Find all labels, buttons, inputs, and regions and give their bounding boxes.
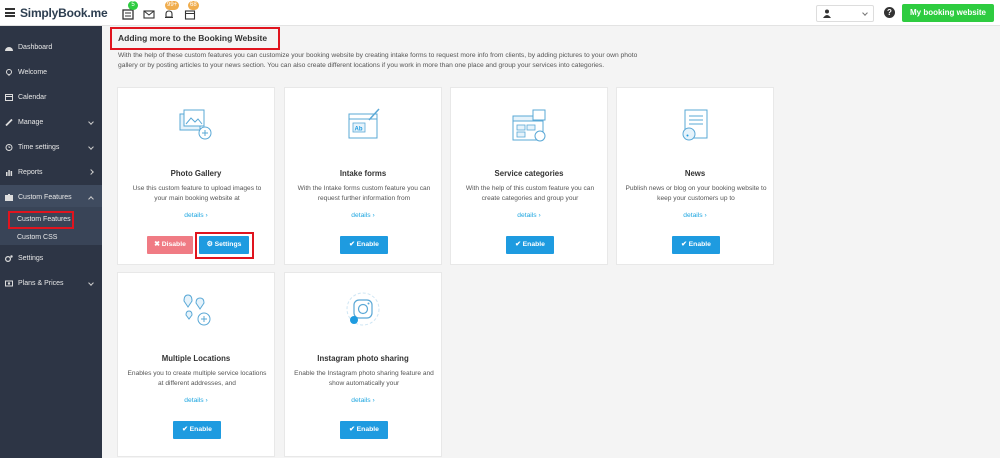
card-title: Instagram photo sharing	[317, 354, 409, 363]
card-service-categories: Service categories With the help of this…	[450, 87, 608, 265]
bar-chart-icon	[6, 170, 13, 176]
page-description: With the help of these custom features y…	[118, 52, 638, 69]
help-icon[interactable]: ?	[884, 7, 895, 18]
dashboard-icon	[5, 47, 13, 51]
details-link[interactable]: details ›	[118, 212, 274, 219]
card-description: Enable the Instagram photo sharing featu…	[294, 370, 434, 387]
clock-icon	[5, 144, 13, 151]
card-news: News Publish news or blog on your bookin…	[616, 87, 774, 265]
details-link[interactable]: details ›	[617, 212, 773, 219]
bell-badge: 99+	[165, 1, 180, 10]
sidebar: Dashboard Welcome Calendar Manage Time s…	[0, 26, 102, 458]
chevron-down-icon	[88, 119, 94, 125]
pencil-icon	[5, 119, 13, 126]
menu-icon[interactable]	[5, 8, 15, 17]
my-booking-website-button[interactable]: My booking website	[902, 4, 994, 22]
details-link[interactable]: details ›	[285, 397, 441, 404]
chevron-right-icon	[88, 169, 94, 175]
submenu-custom-css[interactable]: Custom CSS	[17, 234, 57, 241]
sidebar-item-dashboard[interactable]: Dashboard	[0, 35, 102, 60]
user-dropdown[interactable]	[816, 5, 874, 22]
card-description: With the Intake forms custom feature you…	[297, 185, 431, 202]
chevron-down-icon	[88, 280, 94, 286]
tasks-icon[interactable]: 5	[122, 1, 138, 20]
settings-highlight-box	[195, 232, 254, 259]
sidebar-item-manage[interactable]: Manage	[0, 110, 102, 135]
card-instagram-photo-sharing: Instagram photo sharing Enable the Insta…	[284, 272, 442, 457]
instagram-icon	[346, 292, 380, 326]
tasks-badge: 5	[128, 1, 138, 10]
card-title: Service categories	[494, 169, 564, 178]
card-title: Intake forms	[339, 169, 387, 178]
card-description: Use this custom feature to upload images…	[132, 185, 262, 202]
user-icon	[823, 9, 831, 18]
bulb-icon	[6, 69, 12, 76]
enable-button[interactable]: ✔ Enable	[340, 236, 388, 254]
card-description: Publish news or blog on your booking web…	[625, 185, 767, 202]
details-link[interactable]: details ›	[285, 212, 441, 219]
sidebar-item-calendar[interactable]: Calendar	[0, 85, 102, 110]
calendar-top-icon[interactable]: 68	[184, 1, 199, 20]
enable-button[interactable]: ✔ Enable	[672, 236, 720, 254]
card-description: Enables you to create multiple service l…	[127, 370, 267, 387]
sidebar-item-welcome[interactable]: Welcome	[0, 60, 102, 85]
disable-button[interactable]: ✖ Disable	[147, 236, 193, 254]
sidebar-item-reports[interactable]: Reports	[0, 160, 102, 185]
news-icon	[682, 109, 708, 141]
mail-icon[interactable]	[143, 7, 155, 19]
calendar-badge: 68	[188, 1, 199, 10]
enable-button[interactable]: ✔ Enable	[506, 236, 554, 254]
chevron-up-icon	[88, 196, 94, 202]
puzzle-icon	[5, 194, 13, 201]
card-description: With the help of this custom feature you…	[465, 185, 595, 202]
photo-gallery-icon	[179, 109, 212, 140]
highlight-box	[8, 211, 74, 229]
card-intake-forms: Ab Intake forms With the Intake forms cu…	[284, 87, 442, 265]
gears-icon	[5, 255, 13, 262]
logo[interactable]: SimplyBook.me	[20, 6, 108, 20]
card-multiple-locations: Multiple Locations Enables you to create…	[117, 272, 275, 457]
sidebar-item-settings[interactable]: Settings	[0, 246, 102, 271]
intake-forms-icon: Ab	[348, 108, 380, 139]
top-bar: SimplyBook.me 5 99+ 68 ? My booking webs…	[0, 0, 1000, 26]
sidebar-item-time-settings[interactable]: Time settings	[0, 135, 102, 160]
main-content: Adding more to the Booking Website With …	[102, 26, 1000, 458]
card-photo-gallery: Photo Gallery Use this custom feature to…	[117, 87, 275, 265]
card-title: Photo Gallery	[170, 169, 222, 178]
calendar-icon	[5, 94, 13, 101]
bell-icon[interactable]: 99+	[163, 1, 180, 18]
sidebar-item-plans-prices[interactable]: Plans & Prices	[0, 271, 102, 296]
card-title: Multiple Locations	[161, 354, 231, 363]
service-categories-icon	[512, 109, 546, 142]
details-link[interactable]: details ›	[118, 397, 274, 404]
money-icon	[5, 280, 13, 287]
card-title: News	[684, 169, 706, 178]
chevron-down-icon	[88, 144, 94, 150]
chevron-down-icon	[862, 10, 868, 16]
title-highlight-box	[110, 27, 280, 50]
enable-button[interactable]: ✔ Enable	[340, 421, 388, 439]
details-link[interactable]: details ›	[451, 212, 607, 219]
svg-text:Ab: Ab	[355, 127, 363, 133]
multiple-locations-icon	[183, 294, 211, 326]
enable-button[interactable]: ✔ Enable	[173, 421, 221, 439]
